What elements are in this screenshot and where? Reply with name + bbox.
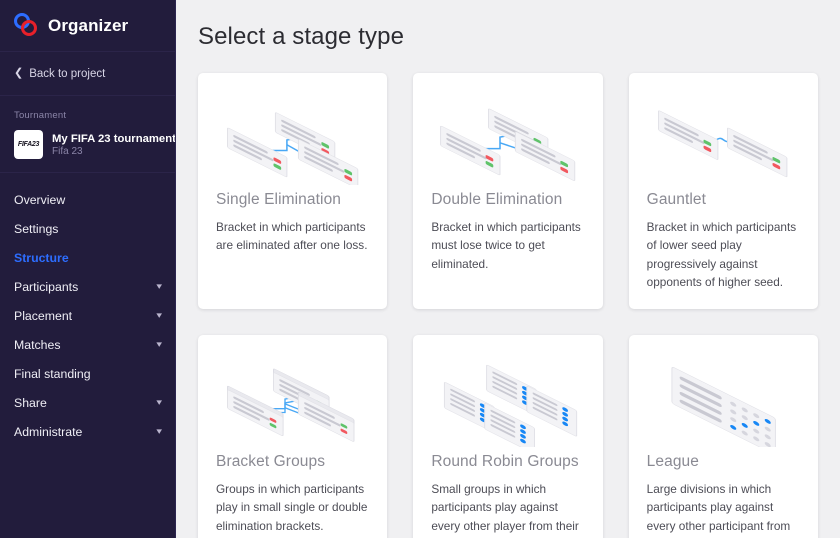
chevron-down-icon: ▾ [157,426,163,437]
stage-card-description: Bracket in which participants must lose … [431,218,584,273]
single-elimination-bracket-icon [216,87,369,191]
stage-card-title: Single Elimination [216,191,369,209]
interlocking-rings-icon [14,13,39,38]
sidebar-item-label: Matches [14,338,60,352]
game-badge-icon: FIFA23 [14,130,43,159]
sidebar-item-administrate[interactable]: Administrate ▾ [0,417,176,446]
stage-card-title: Double Elimination [431,191,584,209]
sidebar-item-matches[interactable]: Matches ▾ [0,330,176,359]
stage-card-single-elimination[interactable]: Single Elimination Bracket in which part… [198,73,387,309]
stage-card-title: Bracket Groups [216,453,369,471]
sidebar-item-final-standing[interactable]: Final standing [0,359,176,388]
chevron-down-icon: ▾ [157,397,163,408]
stage-card-description: Small groups in which participants play … [431,480,584,538]
brand-name: Organizer [48,16,128,36]
stage-card-title: Round Robin Groups [431,453,584,471]
sidebar-item-label: Administrate [14,425,82,439]
stage-type-grid: Single Elimination Bracket in which part… [198,73,818,538]
league-icon [647,349,800,453]
sidebar-item-settings[interactable]: Settings [0,214,176,243]
sidebar-item-label: Overview [14,193,65,207]
sidebar-item-label: Final standing [14,367,91,381]
stage-card-description: Bracket in which participants are elimin… [216,218,369,255]
gauntlet-bracket-icon [647,87,800,191]
brand-header[interactable]: Organizer [0,0,176,52]
tournament-section: Tournament FIFA23 My FIFA 23 tournament … [0,96,176,173]
sidebar-item-label: Share [14,396,47,410]
sidebar: Organizer ❮ Back to project Tournament F… [0,0,176,538]
sidebar-item-label: Placement [14,309,72,323]
sidebar-item-structure[interactable]: Structure [0,243,176,272]
bracket-groups-icon [216,349,369,453]
round-robin-groups-icon [431,349,584,453]
sidebar-item-label: Structure [14,251,69,265]
chevron-down-icon: ▾ [157,310,163,321]
page-title: Select a stage type [198,0,818,51]
chevron-left-icon: ❮ [14,68,23,79]
stage-card-gauntlet[interactable]: Gauntlet Bracket in which participants o… [629,73,818,309]
sidebar-item-overview[interactable]: Overview [0,185,176,214]
tournament-game: Fifa 23 [52,146,162,157]
stage-card-double-elimination[interactable]: Double Elimination Bracket in which part… [413,73,602,309]
sidebar-item-label: Settings [14,222,58,236]
main-content: Select a stage type [176,0,840,538]
app-root: Organizer ❮ Back to project Tournament F… [0,0,840,538]
stage-card-description: Large divisions in which participants pl… [647,480,800,538]
back-to-project-link[interactable]: ❮ Back to project [0,52,176,96]
tournament-item[interactable]: FIFA23 My FIFA 23 tournament Fifa 23 [14,130,162,159]
stage-card-bracket-groups[interactable]: Bracket Groups Groups in which participa… [198,335,387,538]
tournament-name: My FIFA 23 tournament [52,133,162,145]
back-to-project-label: Back to project [29,68,105,80]
stage-card-title: Gauntlet [647,191,800,209]
sidebar-nav: Overview Settings Structure Participants… [0,173,176,446]
sidebar-item-placement[interactable]: Placement ▾ [0,301,176,330]
tournament-section-label: Tournament [14,110,162,121]
double-elimination-bracket-icon [431,87,584,191]
stage-card-description: Groups in which participants play in sma… [216,480,369,535]
sidebar-item-label: Participants [14,280,78,294]
stage-card-title: League [647,453,800,471]
sidebar-item-participants[interactable]: Participants ▾ [0,272,176,301]
stage-card-description: Bracket in which participants of lower s… [647,218,800,291]
stage-card-round-robin-groups[interactable]: Round Robin Groups Small groups in which… [413,335,602,538]
chevron-down-icon: ▾ [157,281,163,292]
stage-card-league[interactable]: League Large divisions in which particip… [629,335,818,538]
chevron-down-icon: ▾ [157,339,163,350]
sidebar-item-share[interactable]: Share ▾ [0,388,176,417]
